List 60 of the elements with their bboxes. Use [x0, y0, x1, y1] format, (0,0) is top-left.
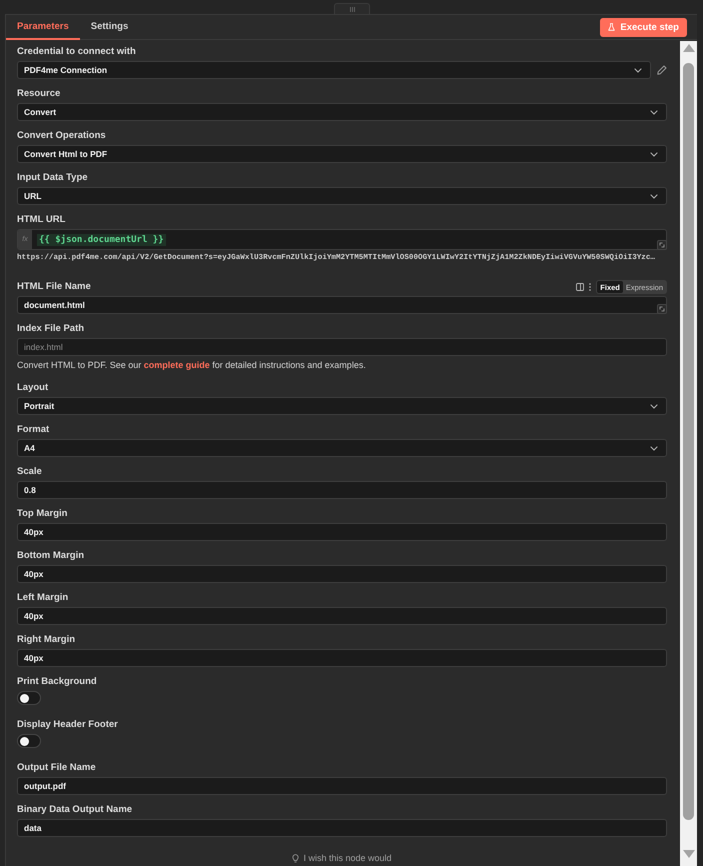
- text-field[interactable]: data: [17, 819, 667, 837]
- expression-text: {{ $json.documentUrl }}: [37, 234, 166, 246]
- field-label: Display Header Footer: [17, 718, 119, 732]
- field-label: Output File Name: [17, 761, 97, 775]
- panel-drag-handle[interactable]: [334, 3, 370, 14]
- chevron-down-icon: [650, 446, 658, 450]
- panel-tab[interactable]: Parameters: [6, 15, 80, 40]
- dropdown[interactable]: A4: [17, 439, 667, 457]
- field-label: Print Background: [17, 675, 98, 689]
- scroll-down-icon[interactable]: [682, 850, 694, 858]
- field-label: Layout: [17, 381, 50, 395]
- field-label: Top Margin: [17, 507, 68, 521]
- field-label: Right Margin: [17, 633, 76, 647]
- field-label: HTML URL: [17, 213, 66, 227]
- chevron-down-icon: [650, 152, 658, 156]
- field-label: Binary Data Output Name: [17, 803, 134, 817]
- text-field[interactable]: output.pdf: [17, 777, 667, 795]
- text-field[interactable]: 40px: [17, 565, 667, 583]
- panel-tab[interactable]: Settings: [80, 15, 140, 40]
- toggle-switch[interactable]: [17, 691, 41, 705]
- chevron-down-icon: [634, 68, 642, 72]
- grip-icon: [350, 6, 354, 12]
- field-label: Scale: [17, 465, 43, 479]
- chevron-down-icon: [650, 110, 658, 114]
- hint-text: Convert HTML to PDF. See our complete guide for detailed instructions and examples.: [17, 359, 367, 371]
- expand-icon[interactable]: [657, 240, 667, 250]
- field-label: HTML File Name: [17, 280, 92, 294]
- field-label: Index File Path: [17, 322, 86, 336]
- text-field[interactable]: 0.8: [17, 481, 667, 499]
- scroll-up-icon[interactable]: [682, 44, 694, 52]
- expand-icon[interactable]: [657, 304, 667, 314]
- field-label: Convert Operations: [17, 129, 107, 143]
- lightbulb-icon: [292, 854, 300, 863]
- dropdown[interactable]: Convert Html to PDF: [17, 145, 667, 163]
- feedback-link[interactable]: I wish this node would: [303, 853, 392, 864]
- field-label: Format: [17, 423, 50, 437]
- text-field[interactable]: index.html: [17, 338, 667, 356]
- scrollbar-track[interactable]: [680, 41, 697, 866]
- dropdown[interactable]: Portrait: [17, 397, 667, 415]
- toggle-switch[interactable]: [17, 734, 41, 748]
- text-field[interactable]: document.html: [17, 296, 667, 314]
- scrollbar-thumb[interactable]: [683, 63, 694, 820]
- chevron-down-icon: [650, 404, 658, 408]
- chevron-down-icon: [650, 194, 658, 198]
- pencil-icon[interactable]: [657, 65, 667, 75]
- field-label: Input Data Type: [17, 171, 89, 185]
- field-label: Resource: [17, 87, 62, 101]
- field-label: Bottom Margin: [17, 549, 86, 563]
- field-label: Credential to connect with: [17, 45, 137, 59]
- dropdown[interactable]: Convert: [17, 103, 667, 121]
- text-field[interactable]: 40px: [17, 607, 667, 625]
- field-label: Left Margin: [17, 591, 70, 605]
- text-field[interactable]: 40px: [17, 523, 667, 541]
- credential-dropdown[interactable]: PDF4me Connection: [17, 61, 651, 79]
- more-options-icon[interactable]: [589, 283, 592, 291]
- dropdown[interactable]: URL: [17, 187, 667, 205]
- guide-link[interactable]: complete guide: [144, 360, 210, 370]
- text-field[interactable]: 40px: [17, 649, 667, 667]
- flask-icon: [608, 23, 616, 31]
- split-panel-icon[interactable]: [576, 283, 584, 291]
